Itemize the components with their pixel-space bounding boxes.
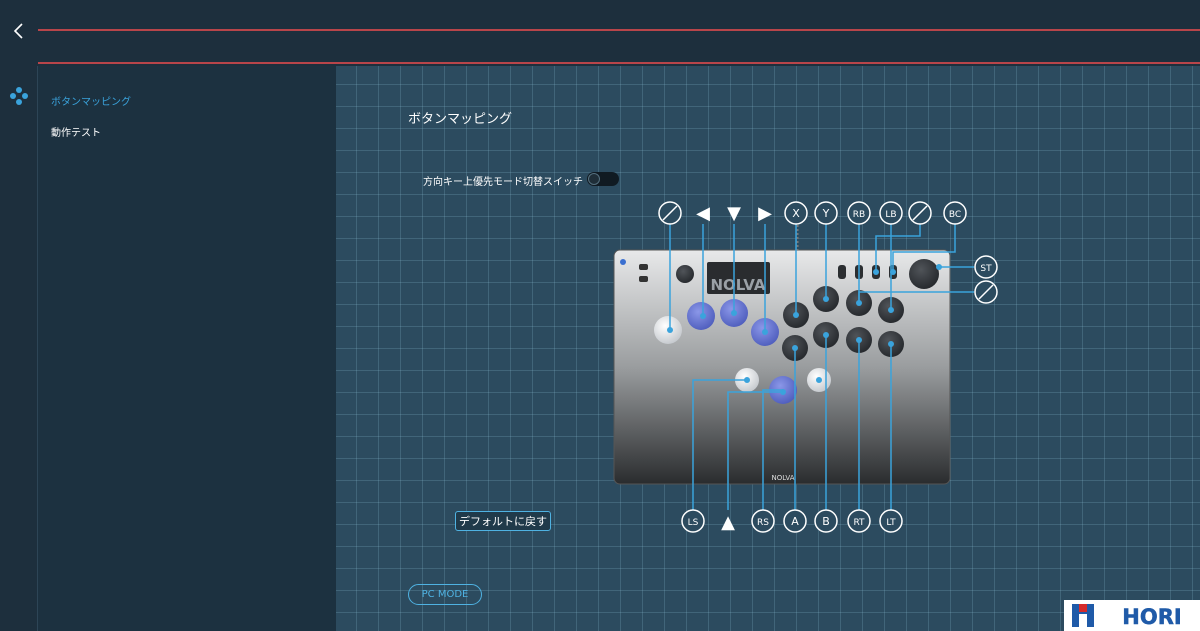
controller-led xyxy=(620,259,626,265)
label-top-2[interactable]: ▼ xyxy=(727,203,741,224)
hori-logo: HORI xyxy=(1064,600,1200,631)
reset-default-button[interactable]: デフォルトに戻す xyxy=(455,511,551,531)
label-bottom-3[interactable]: A xyxy=(783,509,807,533)
top-bar xyxy=(0,0,1200,66)
controller-brand: NOLVA xyxy=(711,276,766,294)
svg-text:RB: RB xyxy=(853,210,865,220)
label-right-1[interactable] xyxy=(974,280,998,304)
svg-text:▼: ▼ xyxy=(727,203,741,224)
nav-rail xyxy=(0,66,38,631)
label-bottom-5[interactable]: RT xyxy=(847,509,871,533)
sidebar-item-operation-test[interactable]: 動作テスト xyxy=(51,124,101,139)
svg-text:◀: ◀ xyxy=(696,203,710,224)
main-panel: ボタンマッピング 方向キー上優先モード切替スイッチ NOLVA NOLVA ◀ … xyxy=(336,66,1200,631)
svg-text:▶: ▶ xyxy=(758,203,772,224)
svg-text:X: X xyxy=(792,207,800,220)
label-bottom-6[interactable]: LT xyxy=(879,509,903,533)
svg-text:RT: RT xyxy=(853,518,865,528)
label-bottom-1[interactable]: ▲ xyxy=(721,512,735,533)
svg-text:LB: LB xyxy=(885,210,896,220)
controller-small-button xyxy=(676,265,694,283)
svg-text:▲: ▲ xyxy=(721,512,735,533)
label-bottom-4[interactable]: B xyxy=(814,509,838,533)
label-right-0[interactable]: ST xyxy=(974,255,998,279)
controller-small-key xyxy=(838,265,846,279)
label-top-9[interactable]: BC xyxy=(943,201,967,225)
svg-text:ST: ST xyxy=(980,264,992,274)
label-top-4[interactable]: X xyxy=(784,201,808,225)
sidebar-item-button-mapping[interactable]: ボタンマッピング xyxy=(51,93,131,108)
controller-switch xyxy=(639,276,648,282)
svg-text:LS: LS xyxy=(688,518,699,528)
gamepad-buttons-icon[interactable] xyxy=(9,86,29,106)
label-bottom-2[interactable]: RS xyxy=(751,509,775,533)
pc-mode-button[interactable]: PC MODE xyxy=(408,584,482,605)
label-top-6[interactable]: RB xyxy=(847,201,871,225)
svg-text:HORI: HORI xyxy=(1122,605,1181,629)
back-button[interactable] xyxy=(0,0,38,62)
label-top-1[interactable]: ◀ xyxy=(696,203,710,224)
svg-text:LT: LT xyxy=(886,518,896,528)
svg-text:A: A xyxy=(791,515,799,528)
header-divider-bottom xyxy=(38,62,1200,64)
chevron-left-icon xyxy=(13,23,23,39)
svg-text:B: B xyxy=(822,515,830,528)
label-top-7[interactable]: LB xyxy=(879,201,903,225)
controller-body xyxy=(613,249,951,485)
label-bottom-0[interactable]: LS xyxy=(681,509,705,533)
controller-bottom-brand: NOLVA xyxy=(771,474,794,482)
label-top-3[interactable]: ▶ xyxy=(758,203,772,224)
svg-text:BC: BC xyxy=(949,210,961,220)
controller-button-start[interactable] xyxy=(909,259,939,289)
sidebar: ボタンマッピング 動作テスト xyxy=(38,66,336,631)
controller-diagram: NOLVA NOLVA ◀ ▼ ▶ X Y RB LB BC ST LS ▲ R… xyxy=(613,201,998,533)
header-divider-top xyxy=(38,29,1200,31)
controller-switch xyxy=(639,264,648,270)
svg-text:Y: Y xyxy=(822,207,830,220)
label-top-0[interactable] xyxy=(658,201,682,225)
label-top-8[interactable] xyxy=(908,201,932,225)
label-top-5[interactable]: Y xyxy=(814,201,838,225)
svg-text:RS: RS xyxy=(757,518,769,528)
